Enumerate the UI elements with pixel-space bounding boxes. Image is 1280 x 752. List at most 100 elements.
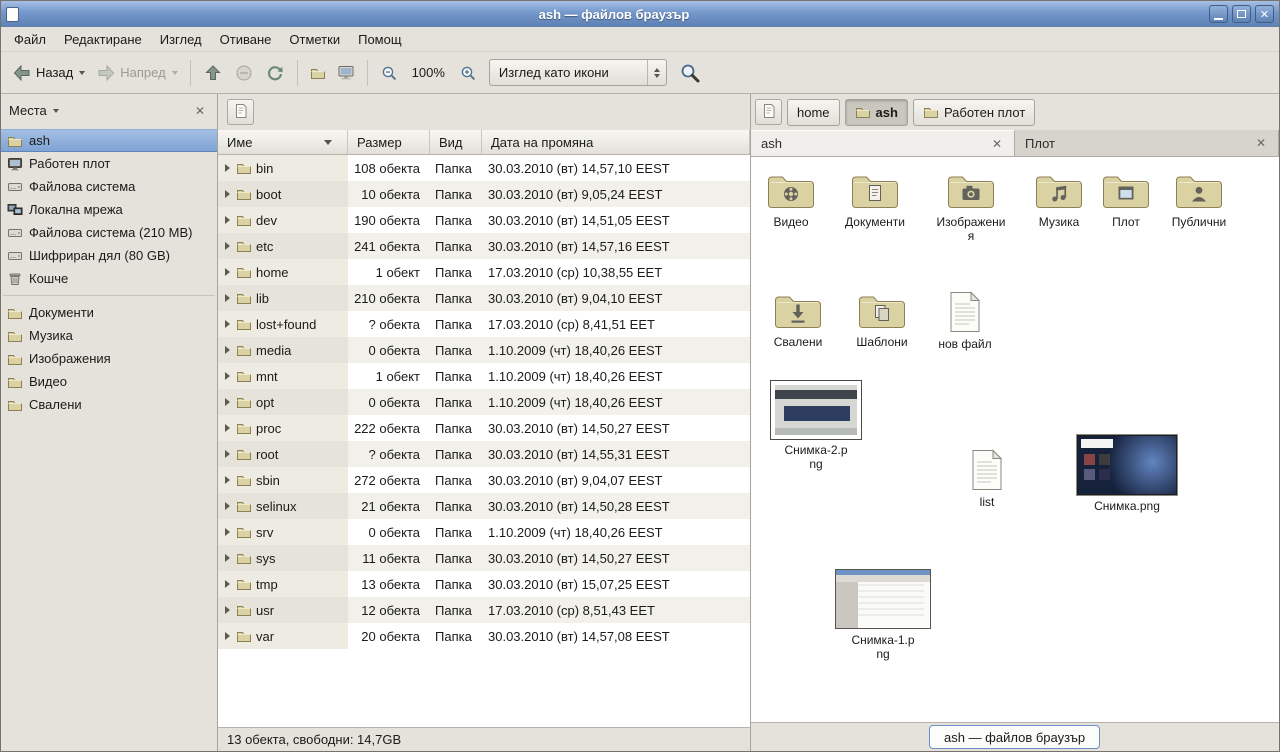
- icon-view-item-5[interactable]: Публични: [1156, 171, 1242, 229]
- sidebar-item-10[interactable]: Изображения: [1, 347, 217, 370]
- minimize-button[interactable]: [1209, 5, 1228, 23]
- table-row[interactable]: srv0 обектаПапка1.10.2009 (чт) 18,40,26 …: [218, 519, 750, 545]
- expander-icon[interactable]: [225, 632, 230, 640]
- breadcrumb-button-1[interactable]: ash: [845, 99, 908, 126]
- icon-view-item-2[interactable]: Изображения: [928, 171, 1014, 243]
- table-row[interactable]: root? обектаПапка30.03.2010 (вт) 14,55,3…: [218, 441, 750, 467]
- expander-icon[interactable]: [225, 190, 230, 198]
- table-row[interactable]: selinux21 обектаПапка30.03.2010 (вт) 14,…: [218, 493, 750, 519]
- sidebar-item-1[interactable]: Работен плот: [1, 152, 217, 175]
- menu-item-4[interactable]: Отметки: [280, 29, 349, 50]
- home-button[interactable]: [305, 61, 331, 85]
- tab-0[interactable]: ash✕: [751, 130, 1015, 156]
- table-row[interactable]: lost+found? обектаПапка17.03.2010 (ср) 8…: [218, 311, 750, 337]
- menu-item-5[interactable]: Помощ: [349, 29, 410, 50]
- table-row[interactable]: sbin272 обектаПапка30.03.2010 (вт) 9,04,…: [218, 467, 750, 493]
- column-header-name[interactable]: Име: [218, 130, 348, 154]
- expander-icon[interactable]: [225, 294, 230, 302]
- expander-icon[interactable]: [225, 398, 230, 406]
- column-header-size[interactable]: Размер: [348, 130, 430, 154]
- expander-icon[interactable]: [225, 580, 230, 588]
- table-row[interactable]: mnt1 обектПапка1.10.2009 (чт) 18,40,26 E…: [218, 363, 750, 389]
- view-mode-select[interactable]: Изглед като икони: [489, 59, 667, 86]
- stop-button[interactable]: [229, 59, 259, 87]
- table-row[interactable]: home1 обектПапка17.03.2010 (ср) 10,38,55…: [218, 259, 750, 285]
- sidebar-title[interactable]: Места: [9, 103, 47, 118]
- zoom-in-button[interactable]: [454, 60, 482, 86]
- expander-icon[interactable]: [225, 164, 230, 172]
- sidebar-dropdown-icon[interactable]: [53, 109, 59, 113]
- expander-icon[interactable]: [225, 424, 230, 432]
- icon-view-item-6[interactable]: Свалени: [755, 291, 841, 349]
- expander-icon[interactable]: [225, 476, 230, 484]
- sidebar-item-9[interactable]: Музика: [1, 324, 217, 347]
- sidebar-item-3[interactable]: Локална мрежа: [1, 198, 217, 221]
- menu-item-0[interactable]: Файл: [5, 29, 55, 50]
- icon-view-item-12[interactable]: Снимка-1.png: [828, 569, 938, 661]
- maximize-button[interactable]: [1232, 5, 1251, 23]
- sidebar-item-0[interactable]: ash: [1, 129, 217, 152]
- tab-1[interactable]: Плот✕: [1015, 130, 1279, 156]
- titlebar[interactable]: ash — файлов браузър ✕: [1, 1, 1279, 27]
- icon-view-item-10[interactable]: list: [952, 449, 1022, 509]
- path-toggle-button[interactable]: [755, 99, 782, 125]
- column-header-date[interactable]: Дата на промяна: [482, 130, 750, 154]
- sidebar-item-4[interactable]: Файлова система (210 MB): [1, 221, 217, 244]
- sidebar-item-6[interactable]: Кошче: [1, 267, 217, 290]
- expander-icon[interactable]: [225, 346, 230, 354]
- table-row[interactable]: sys11 обектаПапка30.03.2010 (вт) 14,50,2…: [218, 545, 750, 571]
- zoom-level[interactable]: 100%: [404, 65, 453, 80]
- table-row[interactable]: opt0 обектаПапка1.10.2009 (чт) 18,40,26 …: [218, 389, 750, 415]
- expander-icon[interactable]: [225, 320, 230, 328]
- icon-view-item-7[interactable]: Шаблони: [839, 291, 925, 349]
- expander-icon[interactable]: [225, 450, 230, 458]
- table-row[interactable]: bin108 обектаПапка30.03.2010 (вт) 14,57,…: [218, 155, 750, 181]
- expander-icon[interactable]: [225, 216, 230, 224]
- sidebar-close-icon[interactable]: ✕: [191, 102, 209, 120]
- expander-icon[interactable]: [225, 242, 230, 250]
- reload-button[interactable]: [260, 59, 290, 87]
- table-row[interactable]: boot10 обектаПапка30.03.2010 (вт) 9,05,2…: [218, 181, 750, 207]
- table-row[interactable]: var20 обектаПапка30.03.2010 (вт) 14,57,0…: [218, 623, 750, 649]
- table-row[interactable]: tmp13 обектаПапка30.03.2010 (вт) 15,07,2…: [218, 571, 750, 597]
- table-row[interactable]: proc222 обектаПапка30.03.2010 (вт) 14,50…: [218, 415, 750, 441]
- table-row[interactable]: usr12 обектаПапка17.03.2010 (ср) 8,51,43…: [218, 597, 750, 623]
- table-row[interactable]: etc241 обектаПапка30.03.2010 (вт) 14,57,…: [218, 233, 750, 259]
- expander-icon[interactable]: [225, 528, 230, 536]
- icon-view[interactable]: ВидеоДокументиИзображенияМузикаПлотПубли…: [751, 157, 1279, 722]
- back-button[interactable]: Назад: [7, 59, 90, 87]
- sidebar-item-5[interactable]: Шифриран дял (80 GB): [1, 244, 217, 267]
- location-toggle-button[interactable]: [227, 99, 254, 125]
- menu-item-2[interactable]: Изглед: [151, 29, 211, 50]
- back-history-dropdown-icon[interactable]: [79, 71, 85, 75]
- sidebar-item-2[interactable]: Файлова система: [1, 175, 217, 198]
- table-row[interactable]: lib210 обектаПапка30.03.2010 (вт) 9,04,1…: [218, 285, 750, 311]
- icon-view-item-1[interactable]: Документи: [832, 171, 918, 229]
- icon-view-item-11[interactable]: Снимка.png: [1072, 435, 1182, 513]
- breadcrumb-button-2[interactable]: Работен плот: [913, 99, 1035, 126]
- computer-button[interactable]: [332, 60, 360, 86]
- zoom-out-button[interactable]: [375, 60, 403, 86]
- tab-close-icon[interactable]: ✕: [1254, 136, 1268, 150]
- search-button[interactable]: [674, 58, 706, 88]
- icon-view-item-9[interactable]: Снимка-2.png: [761, 381, 871, 471]
- taskbar-window-button[interactable]: ash — файлов браузър: [929, 725, 1100, 749]
- sidebar-item-8[interactable]: Документи: [1, 301, 217, 324]
- expander-icon[interactable]: [225, 502, 230, 510]
- expander-icon[interactable]: [225, 372, 230, 380]
- table-row[interactable]: media0 обектаПапка1.10.2009 (чт) 18,40,2…: [218, 337, 750, 363]
- menu-item-3[interactable]: Отиване: [211, 29, 281, 50]
- forward-button[interactable]: Напред: [91, 59, 182, 87]
- icon-view-item-0[interactable]: Видео: [751, 171, 834, 229]
- sidebar-item-11[interactable]: Видео: [1, 370, 217, 393]
- column-header-type[interactable]: Вид: [430, 130, 482, 154]
- breadcrumb-button-0[interactable]: home: [787, 99, 840, 126]
- expander-icon[interactable]: [225, 606, 230, 614]
- expander-icon[interactable]: [225, 554, 230, 562]
- expander-icon[interactable]: [225, 268, 230, 276]
- menu-item-1[interactable]: Редактиране: [55, 29, 151, 50]
- tab-close-icon[interactable]: ✕: [990, 137, 1004, 151]
- close-button[interactable]: ✕: [1255, 5, 1274, 23]
- icon-view-item-8[interactable]: нов файл: [930, 291, 1000, 351]
- sidebar-item-12[interactable]: Свалени: [1, 393, 217, 416]
